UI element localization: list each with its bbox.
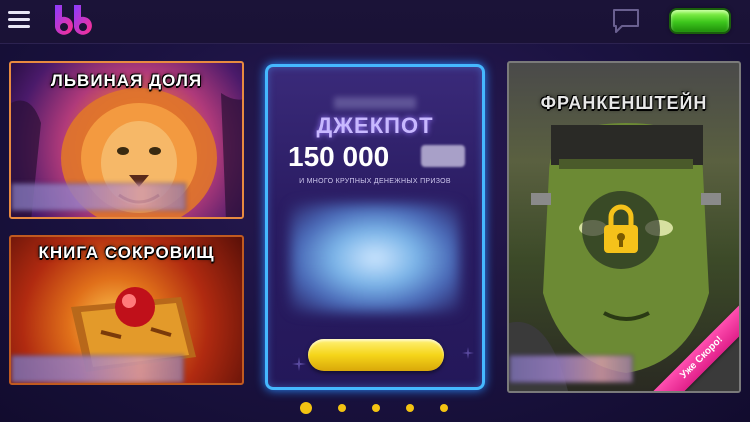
chat-bubble-icon[interactable] [612,8,640,34]
blurred-info-bar [11,355,184,383]
card-title: ФРАНКЕНШТЕЙН [540,93,708,113]
jackpot-subtitle: И МНОГО КРУПНЫХ ДЕНЕЖНЫХ ПРИЗОВ [299,178,451,185]
game-card-frankenstein[interactable]: ФРАНКЕНШТЕЙН Уже Скоро! [507,61,741,393]
pagination-dot[interactable] [440,404,448,412]
bb-logo-icon[interactable] [52,3,98,39]
game-card-book[interactable]: КНИГА СОКРОВИЩ [9,235,244,385]
pagination-dot-active[interactable] [300,402,312,414]
carousel-pagination [298,400,458,416]
padlock-icon [604,204,638,253]
jackpot-currency-blurred [421,145,465,167]
blurred-info-bar [11,183,186,211]
card-title: ЛЬВИНАЯ ДОЛЯ [50,71,203,90]
jackpot-label: ДЖЕКПОТ [316,113,434,138]
pagination-dot[interactable] [372,404,380,412]
jackpot-card[interactable]: ДЖЕКПОТ 150 000 И МНОГО КРУПНЫХ ДЕНЕЖНЫХ… [265,64,485,390]
hamburger-menu-icon[interactable] [8,11,30,29]
sparkle-icon [462,347,474,359]
deposit-button[interactable] [669,8,731,34]
game-card-lion[interactable]: ЛЬВИНАЯ ДОЛЯ [9,61,244,219]
pagination-dot[interactable] [406,404,414,412]
top-bar [0,0,750,44]
jackpot-prize-image [290,203,460,313]
card-title: КНИГА СОКРОВИЩ [38,243,215,262]
sparkle-icon [292,357,306,371]
jackpot-amount: 150 000 [288,141,390,172]
jackpot-action-button[interactable] [308,339,444,371]
pagination-dot[interactable] [338,404,346,412]
blurred-header-text [334,97,416,109]
blurred-info-bar [509,355,633,383]
